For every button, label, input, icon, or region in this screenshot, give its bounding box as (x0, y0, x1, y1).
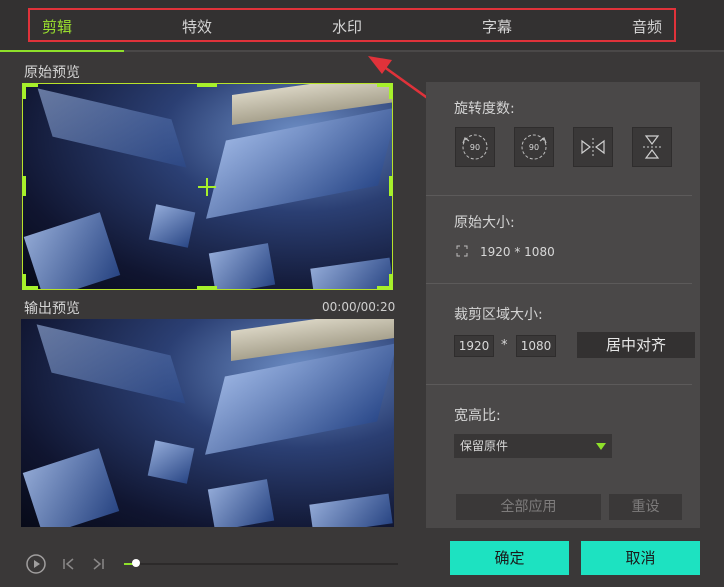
previous-frame-icon[interactable] (62, 557, 76, 571)
flip-horizontal-button[interactable] (573, 127, 613, 167)
crop-times-sign: * (501, 338, 508, 353)
rotate-left-button[interactable]: 90 (455, 127, 495, 167)
center-align-button[interactable]: 居中对齐 (577, 332, 695, 358)
reset-button[interactable]: 重设 (609, 494, 682, 520)
flip-vertical-button[interactable] (632, 127, 672, 167)
output-preview-label: 输出预览 (24, 301, 80, 317)
svg-text:90: 90 (529, 143, 539, 152)
settings-panel: 旋转度数: 90 90 原始大小: 1920 * 1080 裁剪区域大小: 19… (426, 82, 700, 528)
rotate-right-button[interactable]: 90 (514, 127, 554, 167)
aspect-ratio-select[interactable]: 保留原件 (454, 434, 612, 458)
next-frame-icon[interactable] (91, 557, 105, 571)
crop-handle-top[interactable] (197, 83, 217, 87)
section-divider (426, 283, 692, 284)
apply-all-button[interactable]: 全部应用 (456, 494, 601, 520)
rotation-label: 旋转度数: (454, 101, 515, 117)
play-icon[interactable] (26, 554, 46, 574)
rotate-right-90-icon: 90 (521, 134, 547, 160)
original-preview-label: 原始预览 (24, 65, 80, 81)
crop-handle-left[interactable] (22, 176, 26, 196)
crop-center-crosshair-v[interactable] (206, 178, 208, 196)
output-preview-video (21, 319, 394, 527)
aspect-ratio-value: 保留原件 (460, 439, 509, 453)
crop-handle-top-right-h[interactable] (377, 83, 393, 87)
crop-width-input[interactable]: 1920 (454, 335, 494, 357)
chevron-down-icon (596, 443, 606, 450)
crop-size-label: 裁剪区域大小: (454, 307, 543, 323)
crop-handle-bottom[interactable] (197, 286, 217, 290)
flip-horizontal-icon (581, 138, 605, 156)
cancel-button[interactable]: 取消 (581, 541, 700, 575)
crop-handle-top-left-h[interactable] (22, 83, 38, 87)
section-divider (426, 384, 692, 385)
flip-vertical-icon (643, 135, 661, 159)
original-size-label: 原始大小: (454, 215, 515, 231)
crop-handle-bottom-left-h[interactable] (22, 286, 38, 290)
rotate-left-90-icon: 90 (462, 134, 488, 160)
crop-height-input[interactable]: 1080 (516, 335, 556, 357)
ok-button[interactable]: 确定 (450, 541, 569, 575)
section-divider (426, 195, 692, 196)
crop-handle-right[interactable] (389, 176, 393, 196)
expand-icon (456, 245, 468, 257)
seek-bar[interactable] (124, 563, 398, 565)
aspect-ratio-label: 宽高比: (454, 408, 501, 424)
playback-time: 00:00/00:20 (322, 300, 396, 314)
original-size-value: 1920 * 1080 (480, 245, 555, 259)
svg-text:90: 90 (470, 143, 480, 152)
crop-handle-bottom-right-h[interactable] (377, 286, 393, 290)
seek-handle[interactable] (132, 559, 140, 567)
